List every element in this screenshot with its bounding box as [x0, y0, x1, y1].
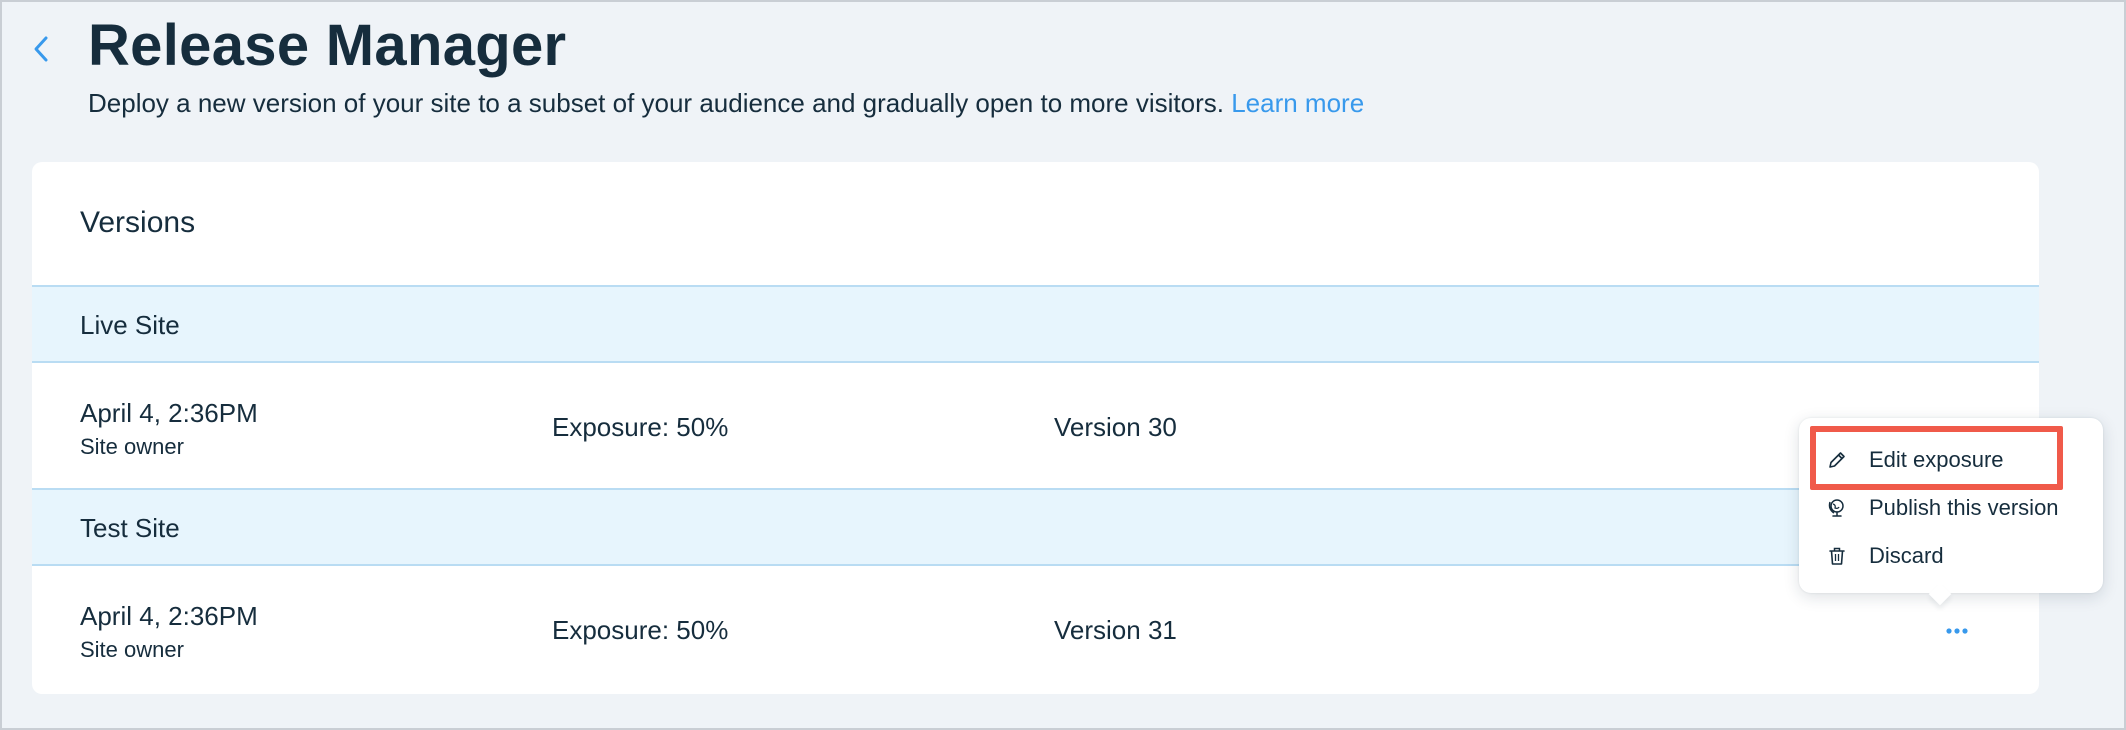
chevron-left-icon — [34, 36, 48, 62]
version-row-test: April 4, 2:36PM Site owner Exposure: 50%… — [32, 568, 2039, 692]
row-owner: Site owner — [80, 637, 184, 662]
more-horizontal-icon — [1946, 628, 1968, 634]
back-button[interactable] — [28, 32, 54, 66]
card-title: Versions — [80, 206, 196, 239]
actions-popover: Edit exposure Publish this version Disca… — [1799, 418, 2103, 606]
pencil-icon — [1825, 448, 1849, 472]
row-date: April 4, 2:36PM — [80, 398, 258, 428]
row-version: Version 30 — [1054, 412, 1177, 442]
row-exposure: Exposure: 50% — [552, 412, 729, 442]
page-subtitle: Deploy a new version of your site to a s… — [88, 88, 1364, 119]
menu-item-label: Publish this version — [1869, 495, 2059, 520]
row-owner: Site owner — [80, 434, 184, 459]
section-header-live-site: Live Site — [32, 285, 2039, 363]
section-label: Test Site — [80, 513, 180, 543]
page-title: Release Manager — [88, 13, 567, 78]
page-frame: Release Manager Deploy a new version of … — [0, 0, 2126, 730]
subtitle-text: Deploy a new version of your site to a s… — [88, 88, 1224, 118]
globe-icon — [1825, 496, 1849, 520]
row-exposure: Exposure: 50% — [552, 615, 729, 645]
row-date: April 4, 2:36PM — [80, 601, 258, 631]
learn-more-link[interactable]: Learn more — [1231, 88, 1364, 118]
menu-item-discard[interactable]: Discard — [1811, 534, 2091, 578]
row-version: Version 31 — [1054, 615, 1177, 645]
menu-item-publish-version[interactable]: Publish this version — [1811, 486, 2091, 530]
menu-item-edit-exposure[interactable]: Edit exposure — [1811, 438, 2091, 482]
menu-item-label: Discard — [1869, 543, 1944, 568]
menu-item-label: Edit exposure — [1869, 447, 2004, 472]
section-label: Live Site — [80, 310, 180, 340]
versions-card: Versions Live Site April 4, 2:36PM Site … — [32, 162, 2039, 694]
section-header-test-site: Test Site — [32, 488, 2039, 566]
version-row-live: April 4, 2:36PM Site owner Exposure: 50%… — [32, 365, 2039, 489]
more-actions-button[interactable] — [1940, 614, 1974, 648]
trash-icon — [1825, 544, 1849, 568]
